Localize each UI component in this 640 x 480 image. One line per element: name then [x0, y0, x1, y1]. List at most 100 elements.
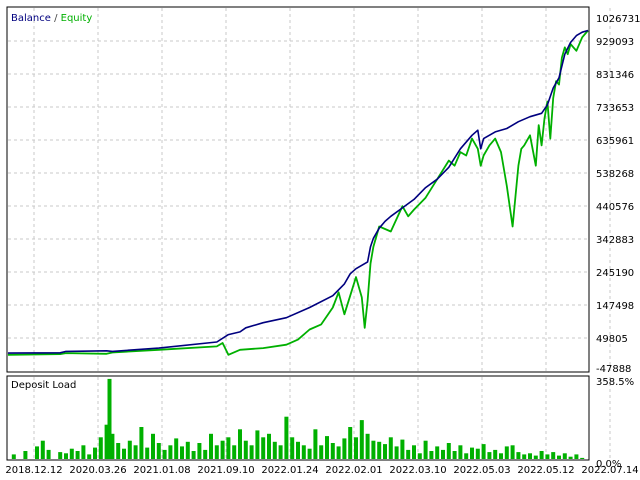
- deposit-load-bar: [417, 453, 422, 459]
- y-tick-label: 49805: [596, 334, 628, 345]
- deposit-load-bar: [214, 445, 219, 459]
- deposit-load-bar: [307, 448, 312, 459]
- deposit-load-bar: [151, 433, 155, 459]
- deposit-load-bar: [238, 429, 242, 459]
- deposit-load-bar: [23, 451, 28, 459]
- deposit-load-bar: [232, 445, 237, 459]
- x-tick-label: 2022.02.01: [325, 465, 382, 476]
- x-tick-label: 2022.05.12: [517, 465, 574, 476]
- deposit-load-bar: [139, 427, 144, 459]
- y-tick-label: 831346: [596, 70, 634, 81]
- deposit-load-bar: [272, 441, 277, 459]
- deposit-load-bar: [249, 445, 254, 459]
- deposit-load-bar: [354, 437, 358, 459]
- deposit-load-bar: [185, 441, 190, 459]
- deposit-load-bar: [127, 440, 132, 459]
- deposit-load-bar: [290, 437, 295, 459]
- y-tick-label: 635961: [596, 136, 634, 147]
- deposit-load-bar: [191, 451, 196, 459]
- x-tick-label: 2022.07.14: [581, 465, 638, 476]
- deposit-load-bar: [75, 451, 80, 459]
- main-chart-frame: [6, 6, 590, 373]
- deposit-load-bar: [325, 436, 329, 459]
- deposit-load-bar: [406, 449, 411, 459]
- y-tick-label: 342883: [596, 235, 634, 246]
- deposit-load-bar: [133, 445, 138, 459]
- deposit-load-bar: [574, 454, 579, 459]
- equity-series: [7, 29, 589, 356]
- y-tick-label: 733653: [596, 103, 634, 114]
- deposit-load-bar: [441, 449, 445, 459]
- deposit-load-bar: [487, 452, 492, 459]
- deposit-load-bar: [180, 446, 184, 459]
- y-tick-label: 440576: [596, 202, 634, 213]
- deposit-load-bar: [580, 457, 585, 459]
- deposit-load-bar: [98, 437, 103, 459]
- deposit-load-bar: [81, 445, 86, 459]
- deposit-load-axis-labels: 358.5%0.0%: [596, 377, 634, 470]
- deposit-load-bar: [46, 449, 51, 459]
- deposit-load-bar: [458, 445, 463, 459]
- deposit-load-bar: [40, 440, 45, 459]
- deposit-load-bar: [267, 433, 271, 459]
- chart-legend: Balance / Equity: [11, 13, 92, 24]
- deposit-load-bar: [470, 447, 474, 459]
- legend-equity-label: Equity: [61, 13, 93, 24]
- deposit-load-bar: [122, 448, 126, 459]
- deposit-load-bar: [35, 446, 39, 459]
- strategy-report-chart: 1026731 929093 831346 733653 635961 538268 440…: [5, 6, 640, 476]
- deposit-load-bar: [342, 438, 347, 459]
- x-tick-label: 2020.03.26: [69, 465, 126, 476]
- legend-separator: /: [51, 13, 61, 24]
- deposit-load-bar: [412, 445, 416, 459]
- deposit-load-bar: [116, 443, 121, 459]
- deposit-load-bar: [394, 446, 399, 459]
- deposit-load-bar: [313, 429, 318, 459]
- deposit-load-bar: [516, 452, 521, 459]
- deposit-load-bar: [284, 416, 289, 459]
- x-axis-labels: 2018.12.12 2020.03.26 2021.01.08 2021.09.10…: [5, 465, 638, 476]
- deposit-load-bar: [301, 445, 306, 459]
- deposit-load-bar: [510, 445, 515, 459]
- deposit-load-bar: [533, 455, 538, 459]
- deposit-load-bar: [435, 446, 440, 459]
- deposit-load-bar: [209, 433, 213, 459]
- deposit-load-bar: [452, 451, 457, 459]
- deposit-load-bar: [319, 445, 324, 459]
- deposit-load-bar: [174, 438, 179, 459]
- deposit-load-bar: [400, 439, 405, 459]
- deposit-load-bar: [162, 449, 167, 459]
- y-axis-labels: 1026731 929093 831346 733653 635961 538268 440…: [596, 14, 640, 375]
- deposit-load-bar: [226, 437, 231, 459]
- legend-balance-label: Balance: [11, 13, 51, 24]
- deposit-load-bar: [365, 433, 370, 459]
- deposit-load-bar: [551, 452, 556, 459]
- x-tick-label: 2021.01.08: [133, 465, 190, 476]
- deposit-load-bar: [145, 447, 150, 459]
- y-tick-label: 538268: [596, 169, 634, 180]
- y-tick-label: 147498: [596, 301, 634, 312]
- deposit-load-bar: [87, 454, 92, 459]
- x-tick-label: 2018.12.12: [5, 465, 62, 476]
- deposit-load-bar: [168, 445, 173, 459]
- y-tick-label: 1026731: [596, 14, 640, 25]
- main-grid: [8, 8, 611, 371]
- deposit-load-bar: [423, 440, 428, 459]
- deposit-load-bar: [156, 443, 161, 459]
- y-tick-label: 245190: [596, 268, 634, 279]
- deposit-load-bar: [261, 437, 266, 459]
- deposit-load-bar: [255, 430, 260, 459]
- deposit-load-bar: [504, 446, 509, 459]
- deposit-load-bar: [278, 445, 283, 459]
- deposit-load-bar: [383, 444, 387, 459]
- deposit-load-bar: [330, 443, 335, 459]
- deposit-load-bar: [539, 451, 544, 459]
- deposit-load-bar: [11, 454, 16, 459]
- deposit-load-bar: [475, 448, 480, 459]
- y-tick-label: -47888: [596, 364, 631, 375]
- equity-line: [7, 29, 589, 356]
- x-tick-label: 2022.01.24: [261, 465, 318, 476]
- deposit-load-bar: [464, 453, 469, 459]
- deposit-load-bar: [336, 446, 341, 459]
- deposit-load-bar: [243, 440, 248, 459]
